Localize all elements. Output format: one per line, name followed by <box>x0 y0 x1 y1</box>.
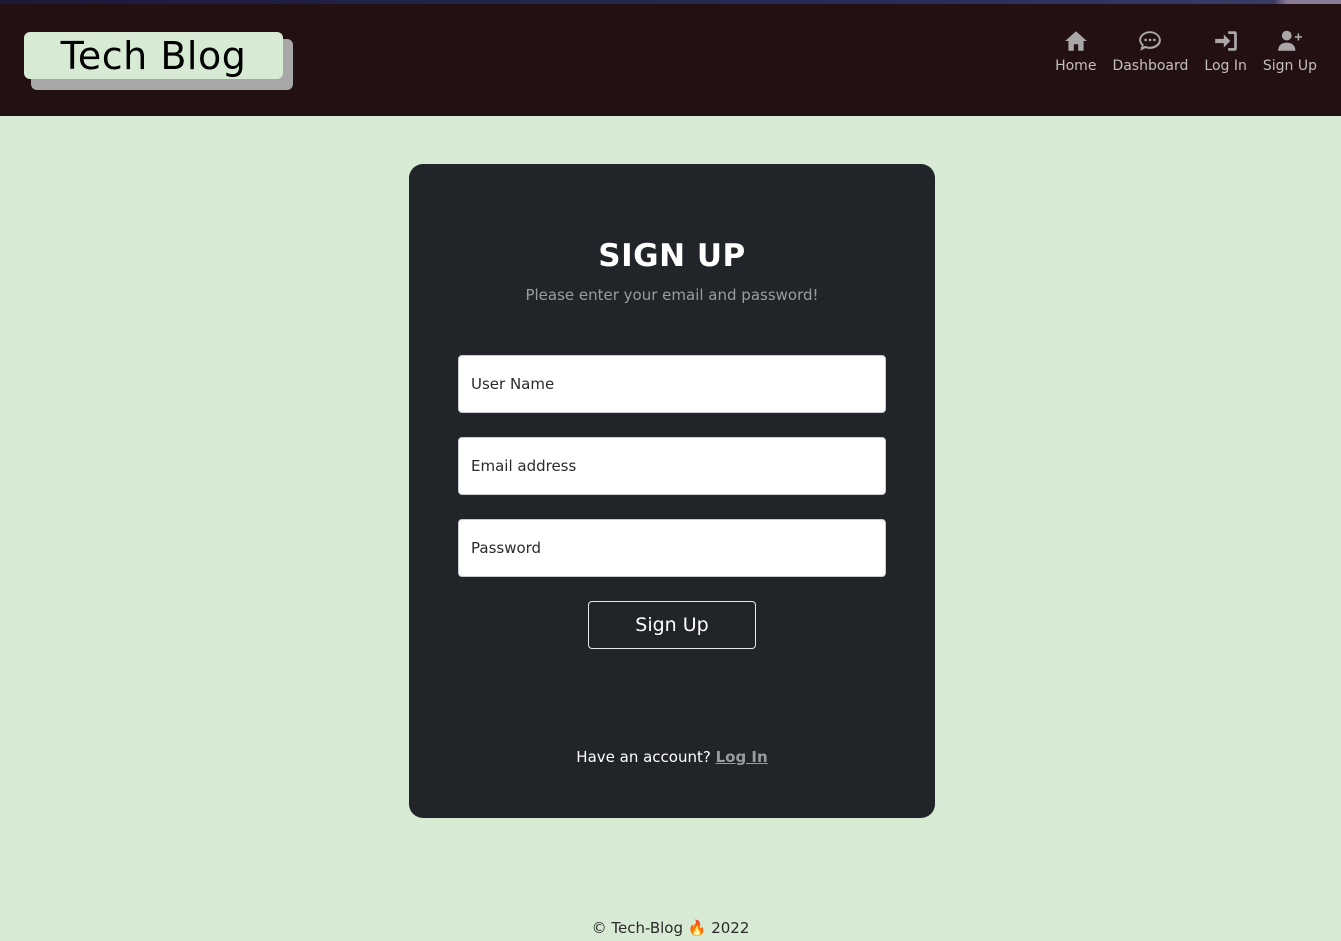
signup-button[interactable]: Sign Up <box>588 601 756 649</box>
nav-login-label: Log In <box>1204 58 1247 74</box>
nav-home[interactable]: Home <box>1055 28 1096 74</box>
nav-dashboard-label: Dashboard <box>1112 58 1189 74</box>
signup-card: SIGN UP Please enter your email and pass… <box>409 164 935 818</box>
main-nav: Home Dashboard Log In Sign Up <box>1055 28 1317 74</box>
signup-title: SIGN UP <box>598 238 746 274</box>
nav-home-label: Home <box>1055 58 1097 74</box>
nav-login[interactable]: Log In <box>1204 28 1247 74</box>
comment-icon <box>1139 31 1162 51</box>
have-account-line: Have an account? Log In <box>409 748 935 766</box>
email-input[interactable] <box>458 437 886 495</box>
login-icon <box>1214 31 1237 51</box>
username-input[interactable] <box>458 355 886 413</box>
site-logo[interactable]: Tech Blog <box>24 32 283 79</box>
nav-signup-label: Sign Up <box>1262 58 1317 74</box>
login-link[interactable]: Log In <box>716 748 768 766</box>
have-account-text: Have an account? <box>576 748 711 766</box>
nav-dashboard[interactable]: Dashboard <box>1112 28 1188 74</box>
site-header: Tech Blog Home Dashboard Log In Sign Up <box>0 4 1341 116</box>
nav-signup[interactable]: Sign Up <box>1263 28 1317 74</box>
site-footer: © Tech-Blog 🔥 2022 <box>591 919 750 937</box>
password-input[interactable] <box>458 519 886 577</box>
user-plus-icon <box>1278 30 1302 51</box>
signup-subtitle: Please enter your email and password! <box>525 286 819 304</box>
home-icon <box>1064 31 1087 51</box>
